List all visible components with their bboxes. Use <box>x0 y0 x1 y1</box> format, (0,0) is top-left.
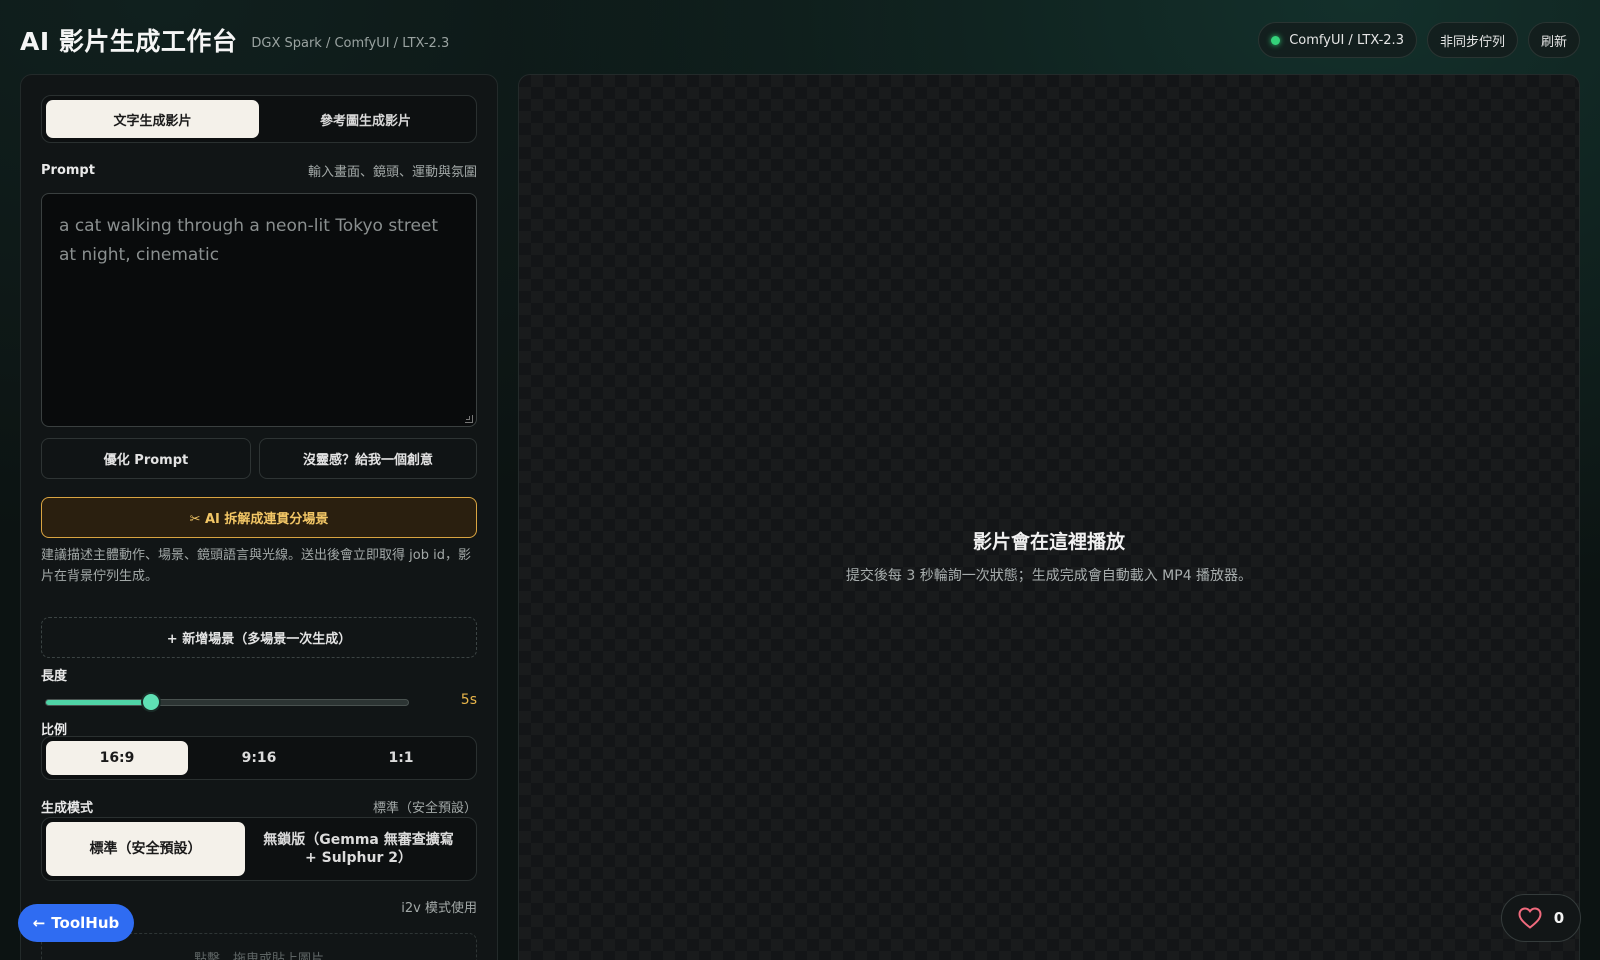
mode-current: 標準（安全預設） <box>372 801 477 816</box>
ratio-option-1-1[interactable]: 1:1 <box>330 741 472 775</box>
duration-slider[interactable]: 5s <box>41 691 477 713</box>
tab-image-to-video[interactable]: 參考圖生成影片 <box>259 100 472 138</box>
slider-thumb[interactable] <box>142 694 159 710</box>
refresh-button[interactable]: 刷新 <box>1527 22 1580 58</box>
ai-split-scenes-button[interactable]: ✂ AI 拆解成連貫分場景 <box>41 497 477 538</box>
toolhub-back-button[interactable]: ← ToolHub <box>18 904 134 942</box>
duration-label: 長度 <box>41 669 68 684</box>
ratio-selector: 16:9 9:16 1:1 <box>41 736 477 780</box>
upload-label: 點擊、拖曳或貼上圖片 <box>193 952 324 960</box>
queue-button[interactable]: 非同步佇列 <box>1426 22 1518 58</box>
slider-fill <box>46 700 151 705</box>
slider-track[interactable] <box>45 699 409 706</box>
preview-placeholder-title: 影片會在這裡播放 <box>972 531 1125 553</box>
generation-form-panel: 文字生成影片 參考圖生成影片 Prompt 輸入畫面、鏡頭、運動與氛圍 a ca… <box>20 74 498 960</box>
page-title: AI 影片生成工作台 <box>20 27 238 56</box>
prompt-label: Prompt <box>41 163 95 178</box>
optimize-prompt-button[interactable]: 優化 Prompt <box>41 438 251 479</box>
video-preview-panel: 影片會在這裡播放 提交後每 3 秒輪詢一次狀態；生成完成會自動載入 MP4 播放… <box>518 74 1580 960</box>
mode-selector: 標準（安全預設） 無鎖版（Gemma 無審查擴寫 + Sulphur 2） <box>41 817 477 881</box>
like-button[interactable]: 0 <box>1501 894 1581 942</box>
prompt-hint: 輸入畫面、鏡頭、運動與氛圍 <box>307 165 477 180</box>
arrow-left-icon: ← <box>32 914 46 932</box>
header-actions: ComfyUI / LTX-2.3 非同步佇列 刷新 <box>1258 22 1580 58</box>
reference-hint: i2v 模式使用 <box>401 901 477 916</box>
mode-label-row: 生成模式 標準（安全預設） <box>41 797 477 816</box>
prompt-tips: 建議描述主體動作、場景、鏡頭語言與光線。送出後會立即取得 job id，影片在背… <box>41 548 471 584</box>
preview-placeholder-description: 提交後每 3 秒輪詢一次狀態；生成完成會自動載入 MP4 播放器。 <box>845 568 1253 584</box>
status-online-icon <box>1271 35 1281 45</box>
add-scene-button[interactable]: + 新增場景（多場景一次生成） <box>41 617 477 658</box>
ratio-option-16-9[interactable]: 16:9 <box>46 741 188 775</box>
ratio-option-9-16[interactable]: 9:16 <box>188 741 330 775</box>
toolhub-label: ToolHub <box>51 914 120 932</box>
mode-option-standard[interactable]: 標準（安全預設） <box>46 822 245 876</box>
heart-icon <box>1518 907 1542 929</box>
like-count: 0 <box>1553 909 1565 927</box>
mode-tabs: 文字生成影片 參考圖生成影片 <box>41 95 477 143</box>
prompt-input[interactable]: a cat walking through a neon-lit Tokyo s… <box>41 193 477 427</box>
page-subtitle: DGX Spark / ComfyUI / LTX-2.3 <box>251 35 450 51</box>
duration-label-row: 長度 <box>41 665 477 684</box>
prompt-label-row: Prompt 輸入畫面、鏡頭、運動與氛圍 <box>41 161 477 180</box>
app-header: AI 影片生成工作台 DGX Spark / ComfyUI / LTX-2.3… <box>20 20 1580 60</box>
mode-option-unlocked[interactable]: 無鎖版（Gemma 無審查擴寫 + Sulphur 2） <box>245 822 472 876</box>
mode-label: 生成模式 <box>41 801 94 816</box>
duration-value: 5s <box>460 692 477 708</box>
status-badge: ComfyUI / LTX-2.3 <box>1258 22 1417 58</box>
tab-text-to-video[interactable]: 文字生成影片 <box>46 100 259 138</box>
status-label: ComfyUI / LTX-2.3 <box>1289 32 1404 48</box>
inspire-me-button[interactable]: 沒靈感？給我一個創意 <box>259 438 477 479</box>
resize-handle-icon[interactable] <box>465 415 473 423</box>
prompt-placeholder: a cat walking through a neon-lit Tokyo s… <box>59 216 439 265</box>
